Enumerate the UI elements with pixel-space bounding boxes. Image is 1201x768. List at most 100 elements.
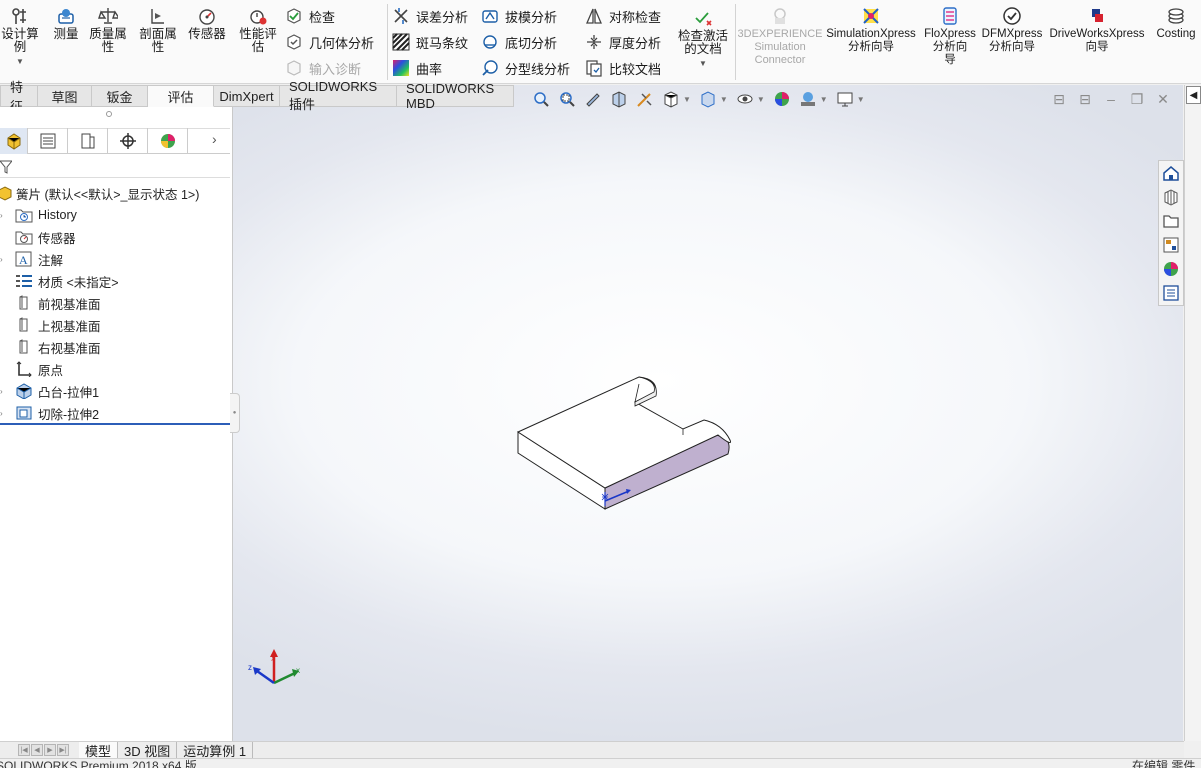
driveworksxpress-button[interactable]: DriveWorksXpress 向导 — [1046, 6, 1148, 54]
chevron-down-icon[interactable]: ▼ — [699, 57, 707, 70]
tab-model[interactable]: 模型 — [79, 741, 119, 759]
close-icon[interactable]: ✕ — [1154, 91, 1172, 107]
symmetry-check-button[interactable]: 对称检查 — [584, 5, 661, 27]
restore-icon[interactable]: ❐ — [1128, 91, 1146, 107]
appearances-scenes-icon[interactable] — [1159, 257, 1183, 281]
view-orientation-icon[interactable] — [660, 89, 682, 109]
tree-item-front-plane[interactable]: 前视基准面 — [14, 293, 101, 313]
edit-appearance-icon[interactable] — [771, 89, 793, 109]
tab-sheet-metal[interactable]: 钣金 — [92, 85, 148, 107]
measure-button[interactable]: 测量 — [48, 6, 84, 41]
section-view-icon[interactable] — [608, 89, 630, 109]
chevron-down-icon[interactable]: ▼ — [757, 95, 765, 104]
configuration-manager-tab[interactable] — [68, 128, 108, 154]
geometry-analysis-button[interactable]: 几何体分析 — [284, 31, 374, 53]
tree-item-sensors[interactable]: 传感器 — [14, 227, 76, 247]
tab-3d-views[interactable]: 3D 视图 — [118, 741, 178, 759]
chevron-right-icon[interactable]: › — [212, 131, 217, 147]
featuremanager-icon — [7, 133, 20, 150]
tree-item-origin[interactable]: 原点 — [14, 359, 63, 379]
chevron-down-icon[interactable]: ▼ — [683, 95, 691, 104]
tree-item-history[interactable]: › History — [0, 205, 77, 225]
dynamic-annotation-icon[interactable] — [634, 89, 656, 109]
chevron-down-icon[interactable]: ▼ — [720, 95, 728, 104]
display-style-icon[interactable] — [697, 89, 719, 109]
chevron-down-icon[interactable]: ▼ — [857, 95, 865, 104]
tab-sketch[interactable]: 草图 — [38, 85, 92, 107]
boss-extrude-icon — [14, 382, 34, 400]
zoom-to-fit-icon[interactable] — [530, 89, 552, 109]
apply-scene-icon[interactable] — [797, 89, 819, 109]
view-settings-icon[interactable] — [834, 89, 856, 109]
section-properties-button[interactable]: 剖面属 性 — [136, 6, 180, 54]
check-active-document-button[interactable]: 检查激活 的文档 ▼ — [674, 8, 732, 70]
mass-properties-button[interactable]: 质量属 性 — [86, 6, 130, 54]
compare-documents-button[interactable]: 比较文档 — [584, 57, 661, 79]
deviation-analysis-button[interactable]: 误差分析 — [391, 5, 468, 27]
draft-analysis-button[interactable]: 拔模分析 — [480, 5, 557, 27]
tab-features[interactable]: 特征 — [0, 80, 38, 114]
hide-show-items-icon[interactable] — [734, 89, 756, 109]
import-diagnostics-button[interactable]: 输入诊断 — [284, 57, 361, 79]
costing-button[interactable]: Costing — [1152, 6, 1200, 41]
tree-item-top-plane[interactable]: 上视基准面 — [14, 315, 101, 335]
tab-dimxpert[interactable]: DimXpert — [214, 85, 280, 107]
dimxpert-manager-tab[interactable] — [108, 128, 148, 154]
featuremanager-tabs — [0, 128, 230, 154]
next-tab-icon[interactable]: ▶ — [44, 744, 56, 756]
tree-item-cut-extrude2[interactable]: › 切除-拉伸2 — [0, 403, 99, 423]
undercut-analysis-button[interactable]: 底切分析 — [480, 31, 557, 53]
featuremanager-tree-tab[interactable] — [0, 128, 28, 154]
previous-document-icon[interactable]: ⊟ — [1050, 91, 1068, 107]
check-button[interactable]: 检查 — [284, 5, 335, 27]
property-manager-tab[interactable] — [28, 128, 68, 154]
previous-view-icon[interactable] — [582, 89, 604, 109]
expand-arrow-icon[interactable]: › — [0, 211, 3, 220]
expand-arrow-icon[interactable]: › — [0, 387, 3, 396]
view-palette-icon[interactable] — [1159, 233, 1183, 257]
custom-properties-icon[interactable] — [1159, 281, 1183, 305]
tree-item-right-plane[interactable]: 右视基准面 — [14, 337, 101, 357]
expand-arrow-icon[interactable]: › — [0, 255, 3, 264]
thickness-analysis-button[interactable]: 厚度分析 — [584, 31, 661, 53]
tree-item-material[interactable]: 材质 <未指定> — [14, 271, 119, 291]
floxpress-button[interactable]: FloXpress 分析向 导 — [922, 6, 978, 67]
expand-arrow-icon[interactable]: › — [0, 409, 3, 418]
tree-root-part[interactable]: 簧片 (默认<<默认>_显示状态 1>) — [0, 183, 199, 203]
sensor-button[interactable]: 传感器 — [184, 6, 230, 41]
tab-evaluate[interactable]: 评估 — [148, 85, 214, 107]
graphics-area[interactable]: y x z — [233, 85, 1183, 741]
tab-motion-study-1[interactable]: 运动算例 1 — [177, 741, 254, 759]
first-tab-icon[interactable]: |◀ — [18, 744, 30, 756]
next-document-icon[interactable]: ⊟ — [1076, 91, 1094, 107]
zoom-to-area-icon[interactable] — [556, 89, 578, 109]
file-explorer-icon[interactable] — [1159, 209, 1183, 233]
chevron-down-icon[interactable]: ▼ — [16, 55, 24, 68]
design-library-icon[interactable] — [1159, 185, 1183, 209]
3dexperience-connector-button[interactable]: 3DEXPERIENCE Simulation Connector — [738, 6, 823, 67]
panel-collapse-handle[interactable]: ● — [230, 393, 240, 433]
dfmxpress-button[interactable]: DFMXpress 分析向导 — [982, 6, 1042, 54]
rollback-bar[interactable] — [0, 423, 230, 425]
parting-line-analysis-button[interactable]: 分型线分析 — [480, 57, 570, 79]
display-manager-tab[interactable] — [148, 128, 188, 154]
design-study-button[interactable]: 设计算 例 ▼ — [0, 6, 40, 68]
minimize-icon[interactable]: ‒ — [1102, 91, 1120, 107]
zebra-stripes-button[interactable]: 斑马条纹 — [391, 31, 468, 53]
check-icon — [284, 7, 304, 25]
tab-solidworks-addins[interactable]: SOLIDWORKS 插件 — [280, 79, 397, 112]
curvature-button[interactable]: 曲率 — [391, 57, 442, 79]
tree-item-boss-extrude1[interactable]: › 凸台-拉伸1 — [0, 381, 99, 401]
part-model[interactable] — [516, 376, 731, 510]
simulationxpress-button[interactable]: SimulationXpress 分析向导 — [824, 6, 918, 54]
chevron-down-icon[interactable]: ▼ — [820, 95, 828, 104]
tree-item-annotations[interactable]: › A 注解 — [0, 249, 63, 269]
solidworks-resources-icon[interactable] — [1159, 161, 1183, 185]
tab-solidworks-mbd[interactable]: SOLIDWORKS MBD — [397, 81, 514, 111]
prev-tab-icon[interactable]: ◀ — [31, 744, 43, 756]
last-tab-icon[interactable]: ▶| — [57, 744, 69, 756]
task-pane-toggle-icon[interactable]: ◀ — [1186, 86, 1201, 104]
tree-filter[interactable] — [0, 156, 230, 178]
panel-grip-handle[interactable] — [106, 111, 112, 117]
performance-eval-button[interactable]: 性能评 估 — [236, 6, 280, 54]
